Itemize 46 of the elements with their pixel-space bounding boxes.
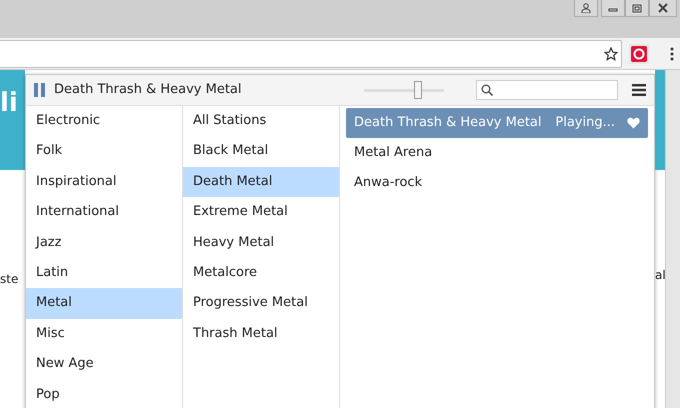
station-name: Anwa-rock	[354, 174, 422, 192]
genre-item[interactable]: International	[26, 197, 182, 228]
genre-item[interactable]: Folk	[26, 136, 182, 167]
maximize-button[interactable]	[624, 0, 649, 17]
subgenre-item[interactable]: Heavy Metal	[183, 228, 339, 258]
profile-button[interactable]	[574, 0, 598, 17]
now-playing-title: Death Thrash & Heavy Metal	[54, 81, 242, 100]
search-icon	[480, 84, 492, 96]
more-menu-icon[interactable]	[670, 46, 674, 60]
genre-item[interactable]: Inspirational	[26, 166, 182, 198]
minimize-button[interactable]	[600, 0, 625, 17]
genre-item[interactable]: New Age	[26, 349, 182, 380]
person-icon	[580, 3, 590, 13]
subgenre-item[interactable]: Thrash Metal	[183, 318, 339, 350]
page-text: al	[655, 267, 665, 284]
genre-item[interactable]: Latin	[26, 258, 182, 288]
menu-icon[interactable]	[632, 84, 646, 96]
subgenre-item[interactable]: Progressive Metal	[183, 288, 339, 319]
subgenre-item[interactable]: All Stations	[183, 106, 339, 136]
bookmark-star-icon[interactable]	[604, 46, 618, 60]
pause-icon[interactable]	[34, 83, 46, 97]
subgenre-item[interactable]: Metalcore	[183, 258, 339, 288]
subgenre-item[interactable]: Death Metal	[183, 166, 339, 198]
subgenre-item[interactable]: Extreme Metal	[183, 197, 339, 228]
heart-icon[interactable]	[627, 117, 640, 129]
playing-status: Playing...	[555, 114, 615, 132]
genre-item[interactable]: Metal	[26, 288, 182, 319]
subgenre-item[interactable]: Black Metal	[183, 136, 339, 167]
station-item[interactable]: Anwa-rock	[346, 168, 648, 198]
maximize-icon	[632, 4, 642, 12]
close-icon	[658, 3, 668, 13]
station-name: Death Thrash & Heavy Metal	[354, 114, 542, 132]
genre-item[interactable]: Misc	[26, 318, 182, 350]
genre-item[interactable]: Electronic	[26, 106, 182, 136]
radio-extension-icon	[630, 46, 646, 62]
station-name: Metal Arena	[354, 144, 432, 162]
page-text: ste	[0, 271, 18, 288]
close-button[interactable]	[648, 0, 677, 17]
scrollbar[interactable]	[665, 70, 680, 408]
search-field[interactable]	[476, 80, 618, 100]
extension-button[interactable]	[628, 44, 648, 64]
station-item[interactable]: Metal Arena	[346, 138, 648, 168]
volume-thumb[interactable]	[414, 81, 422, 99]
page-heading: li	[0, 87, 18, 116]
genre-item[interactable]: Jazz	[26, 228, 182, 258]
genre-item[interactable]: Pop	[26, 380, 182, 408]
